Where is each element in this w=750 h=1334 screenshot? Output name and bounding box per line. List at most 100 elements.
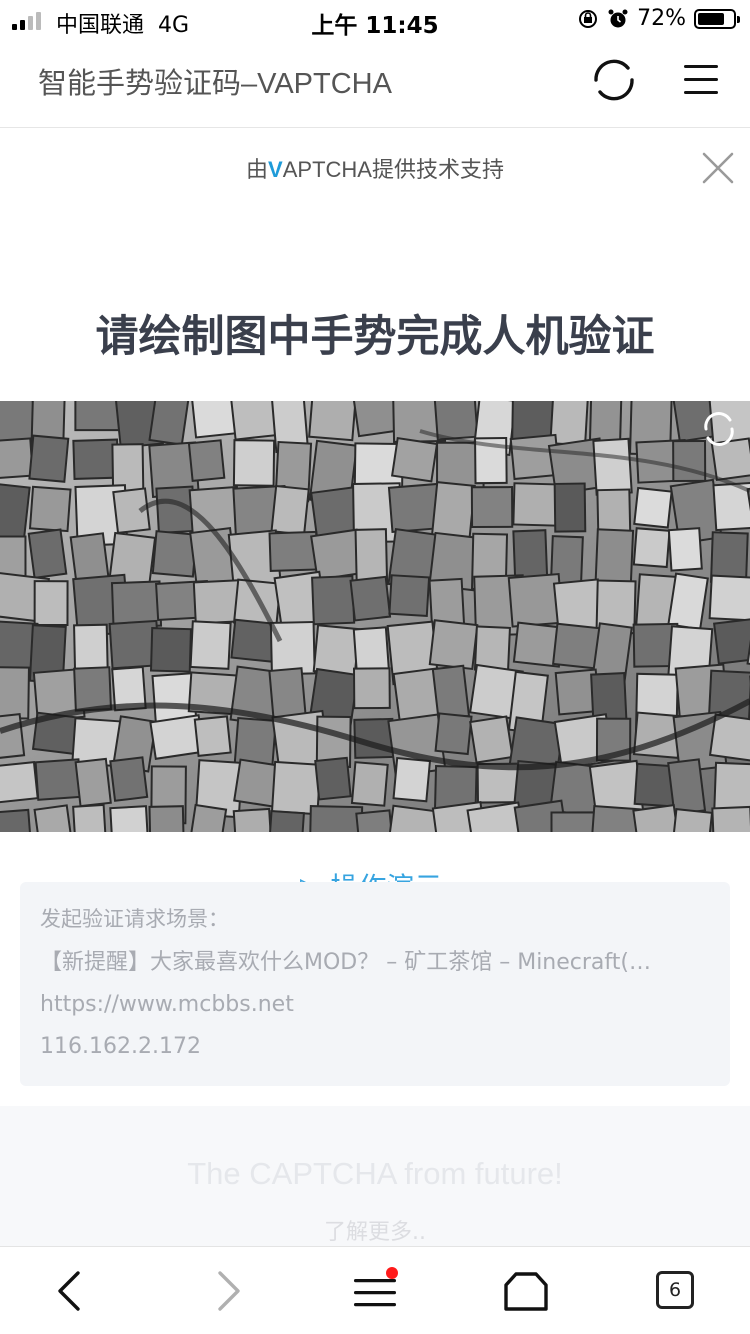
mosaic-tile [28,434,70,483]
mosaic-tile [0,666,30,720]
browser-menu-icon[interactable] [352,1267,400,1315]
battery-percent: 72% [637,6,686,31]
mosaic-tile [34,758,83,801]
mosaic-tile [552,622,601,670]
battery-icon [694,8,740,29]
mosaic-tile [711,805,750,832]
mosaic-tile [148,401,190,446]
scene-label: 发起验证请求场景： [40,907,229,931]
tabs-count-button[interactable]: 6 [656,1271,694,1309]
mosaic-tile [0,482,31,542]
mosaic-tile [148,805,186,832]
mosaic-tile [349,575,392,622]
mosaic-tile [189,620,232,670]
learn-more-link[interactable]: 了解更多.. [0,1214,750,1246]
mosaic-tile [507,572,564,628]
mosaic-tile [594,528,635,586]
mosaic-tile [314,756,352,801]
mosaic-tile [308,401,358,442]
mosaic-tile [311,575,356,626]
captcha-mosaic-image [0,401,750,832]
mosaic-tile [553,482,587,533]
mosaic-tile [352,667,391,710]
captcha-refresh-icon[interactable] [700,410,738,448]
mosaic-tile [0,761,39,804]
mosaic-tile [269,620,316,676]
mosaic-tile [0,535,27,580]
mosaic-tile [232,807,274,832]
mosaic-tile [109,756,149,802]
mosaic-tile [433,401,479,441]
mosaic-tile [0,808,34,832]
home-icon[interactable] [502,1267,550,1315]
hamburger-menu-icon[interactable] [680,58,724,102]
mosaic-tile [73,623,109,670]
mosaic-tile [633,486,673,529]
powered-by-text: 由VAPTCHA提供技术支持 [246,157,504,182]
mosaic-tile [73,666,113,712]
mosaic-tile [72,803,109,832]
rotation-lock-icon [579,9,598,28]
mosaic-tile [355,809,395,832]
mosaic-tile [69,532,110,583]
mosaic-tile [428,619,479,671]
title-bar: 智能手势验证码–VAPTCHA [0,40,750,128]
mosaic-tile [512,482,559,527]
mosaic-tile [431,664,471,721]
mosaic-tile [667,527,703,572]
mosaic-tile [193,715,232,757]
mosaic-tile [312,624,361,676]
brand-v-letter: V [268,157,283,182]
mosaic-tile [588,401,623,446]
mosaic-tile [592,437,633,496]
tagline: The CAPTCHA from future! [187,1156,563,1191]
page-title: 智能手势验证码–VAPTCHA [38,68,392,100]
mosaic-tile [268,530,319,572]
mosaic-tile [109,805,150,832]
mosaic-tile [267,809,305,832]
mosaic-tile [392,757,432,803]
mosaic-tile [671,808,714,832]
mosaic-tile [708,713,750,763]
captcha-gesture-canvas[interactable] [0,401,750,832]
status-bar: 中国联通 4G 上午 11:45 72% [0,0,750,40]
mosaic-tile [390,437,439,483]
mosaic-tile [550,811,596,832]
mosaic-tile [713,616,750,665]
close-icon[interactable] [700,150,736,186]
notification-dot-icon [386,1267,398,1279]
mosaic-tile [596,488,632,535]
status-right: 72% [577,6,740,31]
alarm-icon [608,9,628,27]
back-icon[interactable] [46,1267,94,1315]
mosaic-tile [512,529,549,580]
mosaic-tile [229,401,279,441]
mosaic-tile [188,803,228,832]
request-ip: 116.162.2.172 [40,1034,201,1059]
mosaic-tile [0,712,26,760]
forward-icon[interactable] [204,1267,252,1315]
mosaic-tile [667,572,709,631]
mosaic-tile [470,486,514,529]
mosaic-tile [270,484,310,536]
mosaic-tile [352,401,400,438]
captcha-instruction: 请绘制图中手势完成人机验证 [95,312,655,362]
mosaic-tile [187,439,226,482]
mosaic-tile [632,803,681,832]
mosaic-tile [28,485,72,533]
mosaic-tile [0,437,34,480]
mosaic-tile [350,761,389,807]
refresh-icon[interactable] [590,56,638,104]
mosaic-tile [74,401,121,432]
mosaic-tile [149,627,192,673]
mosaic-tile [708,574,750,622]
mosaic-tile [74,757,112,808]
mosaic-tile [473,625,511,673]
request-info-panel: 发起验证请求场景： 【新提醒】大家最喜欢什么MOD？ – 矿工茶馆 – Mine… [20,882,730,1086]
mosaic-tile [232,439,276,487]
mosaic-tile [308,805,364,832]
request-url: https://www.mcbbs.net [40,992,294,1017]
mosaic-tile [33,580,69,627]
mosaic-tile [632,527,671,569]
mosaic-tile [469,715,514,764]
